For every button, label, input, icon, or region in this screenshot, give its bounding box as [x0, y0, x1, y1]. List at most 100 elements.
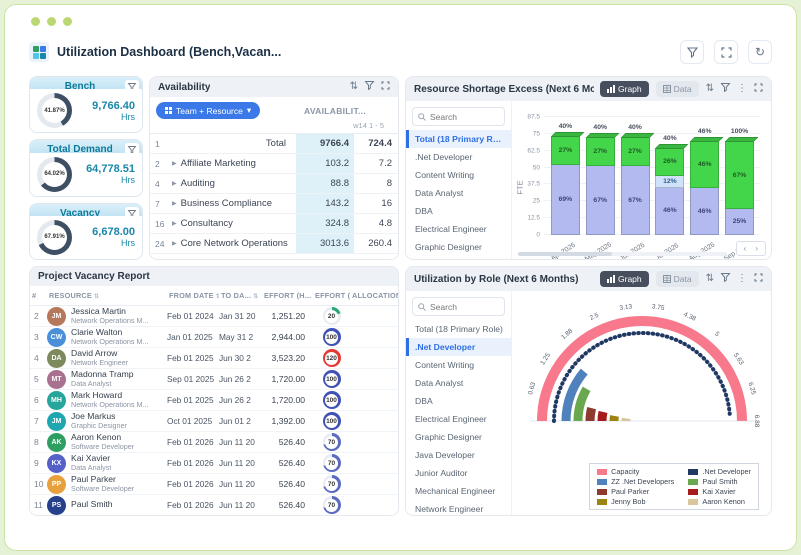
column-header[interactable]: ALLOCATION JO...⇅ [350, 291, 398, 300]
arc-paul-parker[interactable] [585, 406, 596, 422]
role-list-item[interactable]: Content Writing [406, 356, 511, 374]
legend-item[interactable]: Aaron Kenon [688, 497, 751, 506]
legend-item[interactable]: Paul Parker [597, 487, 674, 496]
table-row[interactable]: 3 CW Clarie Walton Network Operations M... J… [30, 327, 398, 348]
column-header[interactable]: # [30, 291, 47, 300]
stacked-bar[interactable]: 67% 27% 40% [585, 124, 620, 235]
stacked-bar[interactable]: 25% 67% 100% [724, 128, 759, 235]
column-header[interactable]: EFFORT (%)⇅ [313, 291, 350, 300]
filter-icon[interactable] [364, 81, 375, 93]
table-row[interactable]: 10 PP Paul Parker Software Developer Feb 01 … [30, 474, 398, 495]
legend-item[interactable]: Capacity [597, 467, 674, 476]
sort-icon[interactable]: ⇅ [706, 274, 714, 284]
data-toggle-button[interactable]: Data [655, 271, 699, 287]
kebab-menu-icon[interactable]: ⋮ [737, 84, 747, 94]
role-list-item[interactable]: Content Writing [406, 166, 511, 184]
search-input[interactable] [430, 111, 499, 122]
legend-item[interactable]: Kai Xavier [688, 487, 751, 496]
grouping-selector[interactable]: Team + Resource ▾ [156, 102, 261, 119]
role-list-item[interactable]: Network Engineer [406, 500, 511, 515]
role-list-item[interactable]: Java Developer [406, 446, 511, 464]
legend-item[interactable]: ZZ .Net Developers [597, 477, 674, 486]
column-header[interactable]: FROM DATE⇅ [167, 291, 219, 300]
role-list-item[interactable]: Data Analyst [406, 374, 511, 392]
window-dot-1[interactable] [31, 17, 40, 26]
role-list-item[interactable]: Graphic Designer [406, 428, 511, 446]
column-header[interactable]: EFFORT (H...⇅ [262, 291, 313, 300]
refresh-button[interactable]: ↻ [748, 40, 772, 64]
stacked-bar[interactable]: 69% 27% 40% [550, 123, 585, 235]
table-row[interactable]: 2 JM Jessica Martin Network Operations M...… [30, 306, 398, 327]
role-list-item[interactable]: Java Developer [406, 256, 511, 259]
expand-caret-icon[interactable]: ▶ [172, 220, 177, 227]
table-row[interactable]: 24 ▶ Core Network Operations 3013.6 260.4 [150, 234, 398, 254]
legend-item[interactable]: .Net Developer [688, 467, 751, 476]
table-row[interactable]: 9 KX Kai Xavier Data Analyst Feb 01 2026 Jun … [30, 453, 398, 474]
legend-item[interactable]: Paul Smith [688, 477, 751, 486]
expand-icon[interactable] [754, 83, 763, 95]
sort-icon[interactable]: ⇅ [94, 294, 99, 300]
pager-next-icon[interactable]: › [755, 244, 758, 253]
sort-icon[interactable]: ⇅ [253, 294, 258, 300]
sort-icon[interactable]: ⇅ [350, 82, 358, 92]
filter-icon[interactable] [125, 206, 139, 216]
stacked-bar[interactable]: 46% 12% 26% 40% [654, 135, 689, 235]
sort-icon[interactable]: ⇅ [706, 84, 714, 94]
expand-icon[interactable] [754, 273, 763, 285]
column-header[interactable]: TO DA... ⇅ [219, 291, 262, 300]
window-dot-3[interactable] [63, 17, 72, 26]
total-demand-gauge-value: 64.02% [42, 161, 67, 187]
stacked-bar[interactable]: 46% 46% 46% [689, 128, 724, 235]
table-row[interactable]: 7 ▶ Business Compliance 143.2 16 [150, 194, 398, 214]
chart-pager[interactable]: ‹ › [735, 241, 766, 256]
arc-kai-xavier[interactable] [597, 410, 607, 422]
arc-paul-smith[interactable] [573, 386, 591, 422]
legend-item[interactable]: Jenny Bob [597, 497, 674, 506]
filter-icon[interactable] [720, 83, 731, 95]
role-list-item[interactable]: Junior Auditor [406, 464, 511, 482]
window-dot-2[interactable] [47, 17, 56, 26]
search-input[interactable] [430, 301, 499, 312]
expand-caret-icon[interactable]: ▶ [172, 180, 177, 187]
expand-icon[interactable] [381, 81, 390, 93]
table-row[interactable]: 4 DA David Arrow Network Engineer Feb 01 202… [30, 348, 398, 369]
table-row[interactable]: 1 Total 9766.4 724.4 [150, 134, 398, 154]
horizontal-scrollbar[interactable] [518, 252, 727, 256]
table-row[interactable]: 11 PS Paul Smith Feb 01 2026 Jun 11 20 526.40… [30, 495, 398, 515]
role-list-item[interactable]: .Net Developer [406, 338, 511, 356]
expand-caret-icon[interactable]: ▶ [172, 240, 177, 247]
table-row[interactable]: 7 JM Joe Markus Graphic Designer Oct 01 2025… [30, 411, 398, 432]
filter-icon[interactable] [125, 143, 139, 153]
graph-toggle-button[interactable]: Graph [600, 81, 649, 97]
role-list-item[interactable]: Data Analyst [406, 184, 511, 202]
table-row[interactable]: 4 ▶ Auditing 88.8 8 [150, 174, 398, 194]
role-list-item[interactable]: Total (18 Primary Role) [406, 130, 511, 148]
role-list-item[interactable]: DBA [406, 202, 511, 220]
role-list-item[interactable]: Mechanical Engineer [406, 482, 511, 500]
role-list-item[interactable]: Electrical Engineer [406, 410, 511, 428]
table-row[interactable]: 5 MT Madonna Tramp Data Analyst Sep 01 2025 J… [30, 369, 398, 390]
role-list-item[interactable]: DBA [406, 392, 511, 410]
pager-prev-icon[interactable]: ‹ [744, 244, 747, 253]
table-row[interactable]: 16 ▶ Consultancy 324.8 4.8 [150, 214, 398, 234]
table-row[interactable]: 8 AK Aaron Kenon Software Developer Feb 01 2… [30, 432, 398, 453]
expand-caret-icon[interactable]: ▶ [172, 200, 177, 207]
role-list-item[interactable]: Graphic Designer [406, 238, 511, 256]
kebab-menu-icon[interactable]: ⋮ [737, 274, 747, 284]
role-list-item[interactable]: Electrical Engineer [406, 220, 511, 238]
table-row[interactable]: 2 ▶ Affiliate Marketing 103.2 7.2 [150, 154, 398, 174]
fullscreen-button[interactable] [714, 40, 738, 64]
data-toggle-button[interactable]: Data [655, 81, 699, 97]
stacked-bar[interactable]: 67% 27% 40% [620, 124, 655, 235]
availability-column-header[interactable]: AVAILABILIT... [304, 106, 392, 116]
role-list-item[interactable]: .Net Developer [406, 148, 511, 166]
table-row[interactable]: 6 MH Mark Howard Network Operations M... Feb… [30, 390, 398, 411]
expand-caret-icon[interactable]: ▶ [172, 160, 177, 167]
filter-icon[interactable] [720, 273, 731, 285]
role-list-item[interactable]: Total (18 Primary Role) [406, 320, 511, 338]
graph-toggle-button[interactable]: Graph [600, 271, 649, 287]
y-tick-label: 87.5 [527, 113, 540, 121]
filter-icon[interactable] [125, 80, 139, 90]
column-header[interactable]: RESOURCE ⇅ [47, 291, 167, 300]
filter-button[interactable] [680, 40, 704, 64]
